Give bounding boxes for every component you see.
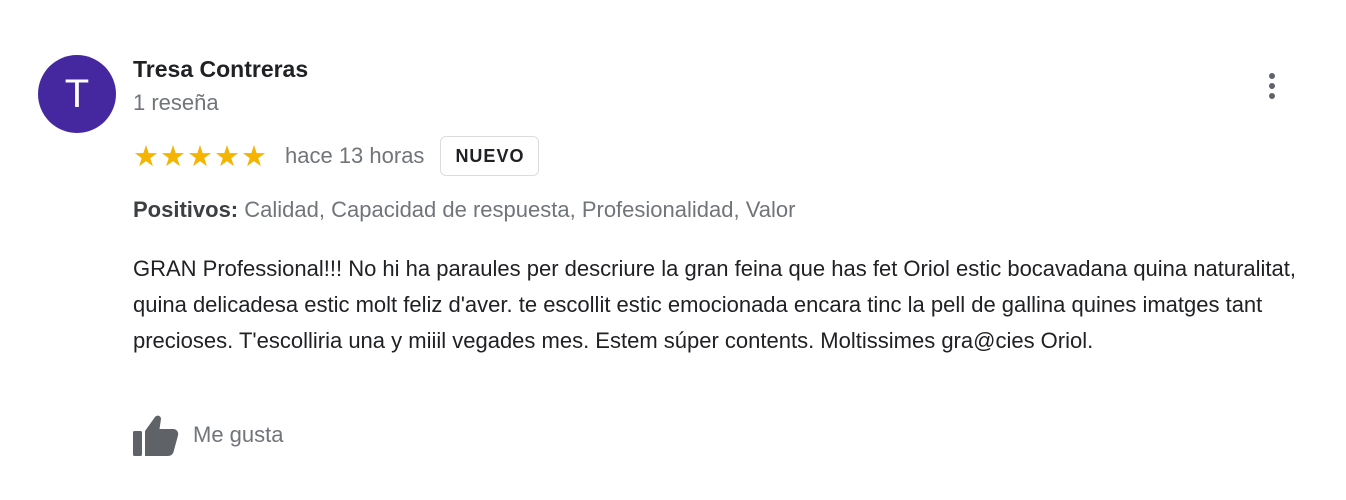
- review-time: hace 13 horas: [285, 143, 425, 168]
- review-count[interactable]: 1 reseña: [133, 90, 219, 116]
- positives-values: Calidad, Capacidad de respuesta, Profesi…: [244, 197, 796, 222]
- star-icon: ★: [214, 138, 240, 173]
- star-icon: ★: [160, 138, 186, 173]
- rating-row: ★ ★ ★ ★ ★ hace 13 horas NUEVO: [133, 134, 540, 178]
- positives-line: Positivos: Calidad, Capacidad de respues…: [133, 197, 795, 223]
- star-icon: ★: [133, 138, 159, 173]
- positives-label: Positivos:: [133, 197, 239, 222]
- more-vert-icon-dot: [1269, 93, 1275, 99]
- more-options-button[interactable]: [1256, 66, 1288, 106]
- like-button[interactable]: Me gusta: [133, 414, 284, 456]
- avatar[interactable]: T: [38, 55, 116, 133]
- author-name[interactable]: Tresa Contreras: [133, 56, 308, 83]
- thumb-up-icon: [133, 415, 179, 456]
- star-icon: ★: [241, 138, 267, 173]
- new-badge: NUEVO: [440, 136, 540, 176]
- review-card: T Tresa Contreras 1 reseña ★ ★ ★ ★ ★ hac…: [0, 0, 1346, 500]
- star-icon: ★: [187, 138, 213, 173]
- review-text: GRAN Professional!!! No hi ha paraules p…: [133, 256, 1296, 353]
- star-rating: ★ ★ ★ ★ ★: [133, 138, 267, 173]
- like-label: Me gusta: [193, 422, 284, 447]
- more-vert-icon-dot: [1269, 73, 1275, 79]
- more-vert-icon-dot: [1269, 83, 1275, 89]
